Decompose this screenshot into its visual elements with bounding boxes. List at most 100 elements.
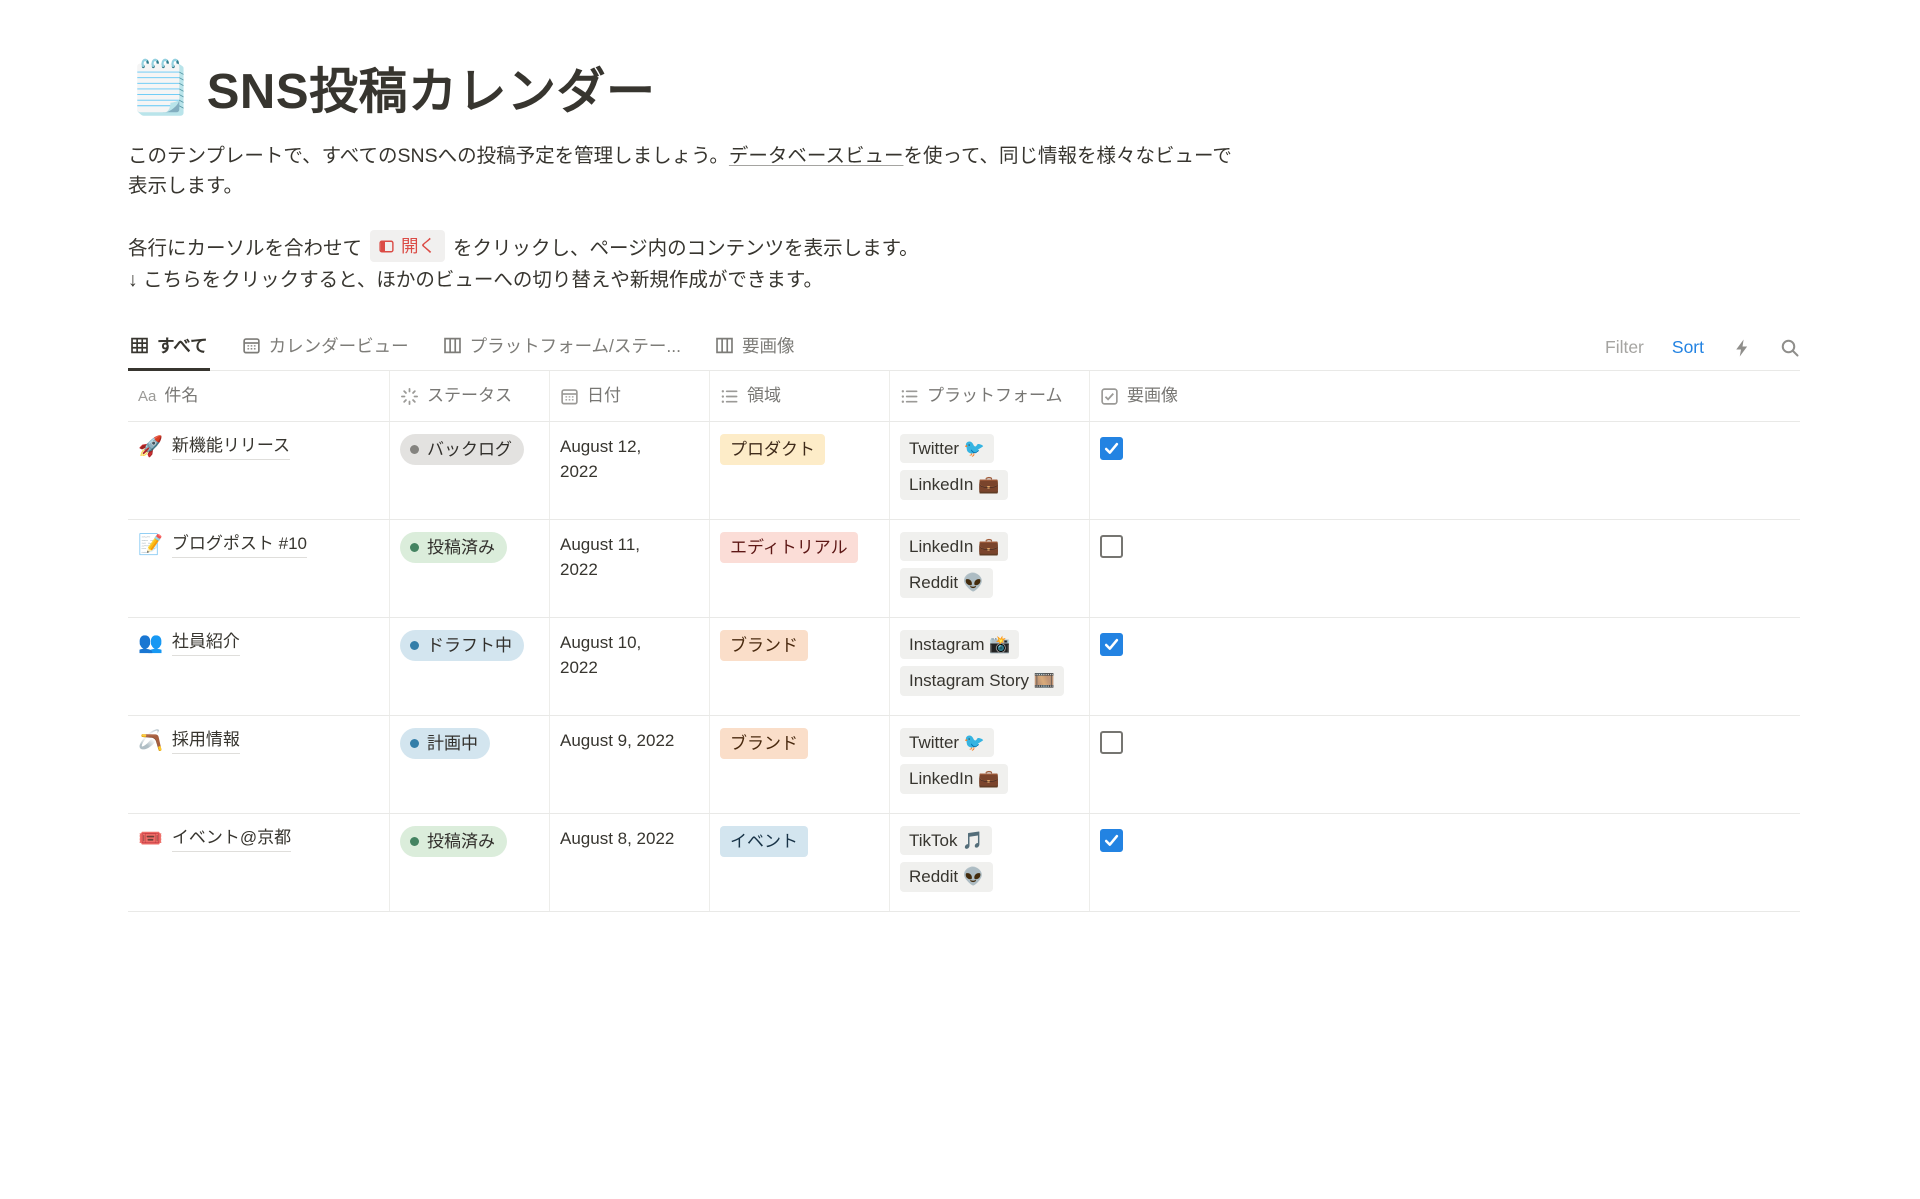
calendar-view-icon <box>242 336 261 355</box>
date-cell[interactable]: August 8, 2022 <box>550 814 710 911</box>
status-pill[interactable]: 計画中 <box>400 728 490 760</box>
status-label: ドラフト中 <box>427 633 512 659</box>
platform-tag[interactable]: Twitter 🐦 <box>900 434 994 464</box>
status-cell[interactable]: 計画中 <box>390 716 550 813</box>
description-text: このテンプレートで、すべてのSNSへの投稿予定を管理しましょう。 <box>128 145 729 167</box>
region-pill[interactable]: ブランド <box>720 728 808 760</box>
row-icon: 🎟️ <box>138 826 163 852</box>
region-cell[interactable]: プロダクト <box>710 422 890 519</box>
region-cell[interactable]: イベント <box>710 814 890 911</box>
view-toolbar: すべて カレンダービュー プラットフォーム/ステー... 要画像 Filter … <box>128 324 1800 371</box>
region-cell[interactable]: ブランド <box>710 716 890 813</box>
platform-cell[interactable]: Twitter 🐦 LinkedIn 💼 <box>890 422 1090 519</box>
status-pill[interactable]: ドラフト中 <box>400 630 524 662</box>
date-cell[interactable]: August 9, 2022 <box>550 716 710 813</box>
status-cell[interactable]: 投稿済み <box>390 520 550 617</box>
row-title-cell[interactable]: 📝 ブログポスト #10 <box>128 520 390 617</box>
column-label: 件名 <box>164 383 198 409</box>
platform-cell[interactable]: LinkedIn 💼 Reddit 👽 <box>890 520 1090 617</box>
date-line: 2022 <box>560 655 699 681</box>
platform-tag[interactable]: LinkedIn 💼 <box>900 532 1008 562</box>
tab-platform-status[interactable]: プラットフォーム/ステー... <box>441 324 683 371</box>
status-cell[interactable]: バックログ <box>390 422 550 519</box>
row-title-cell[interactable]: 🎟️ イベント@京都 <box>128 814 390 911</box>
status-cell[interactable]: ドラフト中 <box>390 618 550 715</box>
row-title-cell[interactable]: 🚀 新機能リリース <box>128 422 390 519</box>
instruction-line-1: 各行にカーソルを合わせて開くをクリックし、ページ内のコンテンツを表示します。 <box>128 231 1920 265</box>
column-header-region[interactable]: 領域 <box>710 371 890 421</box>
page-title: SNS投稿カレンダー <box>207 52 656 123</box>
notion-page: 🗒️ SNS投稿カレンダー このテンプレートで、すべてのSNSへの投稿予定を管理… <box>0 0 1920 912</box>
platform-tag[interactable]: Instagram 📸 <box>900 630 1019 660</box>
row-icon: 🪃 <box>138 728 163 754</box>
platform-cell[interactable]: TikTok 🎵 Reddit 👽 <box>890 814 1090 911</box>
status-label: 計画中 <box>427 731 478 757</box>
status-pill[interactable]: バックログ <box>400 434 524 466</box>
instruction-text: 各行にカーソルを合わせて <box>128 238 362 260</box>
status-property-icon <box>400 387 419 406</box>
column-header-platform[interactable]: プラットフォーム <box>890 371 1090 421</box>
status-dot <box>410 739 419 748</box>
status-pill[interactable]: 投稿済み <box>400 532 507 564</box>
platform-tag[interactable]: LinkedIn 💼 <box>900 764 1008 794</box>
region-pill[interactable]: ブランド <box>720 630 808 662</box>
image-required-checkbox[interactable] <box>1100 829 1123 852</box>
page-description: このテンプレートで、すべてのSNSへの投稿予定を管理しましょう。データベースビュ… <box>128 141 1233 201</box>
date-cell[interactable]: August 10, 2022 <box>550 618 710 715</box>
date-line: August 9, 2022 <box>560 728 699 754</box>
image-required-checkbox[interactable] <box>1100 535 1123 558</box>
tab-all[interactable]: すべて <box>128 324 210 371</box>
region-pill[interactable]: イベント <box>720 826 808 858</box>
filter-button[interactable]: Filter <box>1605 337 1644 358</box>
search-icon[interactable] <box>1780 338 1800 358</box>
row-title-cell[interactable]: 🪃 採用情報 <box>128 716 390 813</box>
region-pill[interactable]: エディトリアル <box>720 532 858 564</box>
date-line: 2022 <box>560 459 699 485</box>
platform-tag[interactable]: Twitter 🐦 <box>900 728 994 758</box>
region-cell[interactable]: エディトリアル <box>710 520 890 617</box>
column-label: ステータス <box>427 383 512 409</box>
platform-tag[interactable]: Instagram Story 🎞️ <box>900 666 1064 696</box>
multiselect-property-icon <box>900 387 919 406</box>
image-required-checkbox[interactable] <box>1100 437 1123 460</box>
platform-cell[interactable]: Instagram 📸 Instagram Story 🎞️ <box>890 618 1090 715</box>
region-pill[interactable]: プロダクト <box>720 434 825 466</box>
status-cell[interactable]: 投稿済み <box>390 814 550 911</box>
image-required-cell <box>1090 520 1800 617</box>
platform-tag[interactable]: TikTok 🎵 <box>900 826 992 856</box>
region-cell[interactable]: ブランド <box>710 618 890 715</box>
column-label: プラットフォーム <box>927 383 1063 409</box>
date-line: 2022 <box>560 557 699 583</box>
platform-tag[interactable]: LinkedIn 💼 <box>900 470 1008 500</box>
column-header-status[interactable]: ステータス <box>390 371 550 421</box>
check-icon <box>1103 440 1120 457</box>
open-button[interactable]: 開く <box>370 230 445 262</box>
status-pill[interactable]: 投稿済み <box>400 826 507 858</box>
platform-cell[interactable]: Twitter 🐦 LinkedIn 💼 <box>890 716 1090 813</box>
board-view-icon <box>715 336 734 355</box>
open-button-label: 開く <box>401 232 436 260</box>
page-icon[interactable]: 🗒️ <box>128 62 193 114</box>
sort-button[interactable]: Sort <box>1672 337 1704 358</box>
table-view-icon <box>130 336 149 355</box>
image-required-checkbox[interactable] <box>1100 731 1123 754</box>
tab-label: すべて <box>157 333 208 358</box>
column-label: 要画像 <box>1127 383 1178 409</box>
instruction-line-2: ↓ こちらをクリックすると、ほかのビューへの切り替えや新規作成ができます。 <box>128 265 1920 296</box>
image-required-checkbox[interactable] <box>1100 633 1123 656</box>
column-header-title[interactable]: Aa 件名 <box>128 371 390 421</box>
lightning-icon[interactable] <box>1732 338 1752 358</box>
database-view-link[interactable]: データベースビュー <box>729 145 904 167</box>
date-cell[interactable]: August 12, 2022 <box>550 422 710 519</box>
tab-label: 要画像 <box>742 333 795 358</box>
date-cell[interactable]: August 11, 2022 <box>550 520 710 617</box>
column-header-image-required[interactable]: 要画像 <box>1090 371 1800 421</box>
row-title-cell[interactable]: 👥 社員紹介 <box>128 618 390 715</box>
status-label: バックログ <box>427 437 512 463</box>
platform-tag[interactable]: Reddit 👽 <box>900 568 993 598</box>
column-header-date[interactable]: 日付 <box>550 371 710 421</box>
tab-image-required[interactable]: 要画像 <box>713 324 797 371</box>
tab-calendar-view[interactable]: カレンダービュー <box>240 324 411 371</box>
platform-tag[interactable]: Reddit 👽 <box>900 862 993 892</box>
status-dot <box>410 837 419 846</box>
